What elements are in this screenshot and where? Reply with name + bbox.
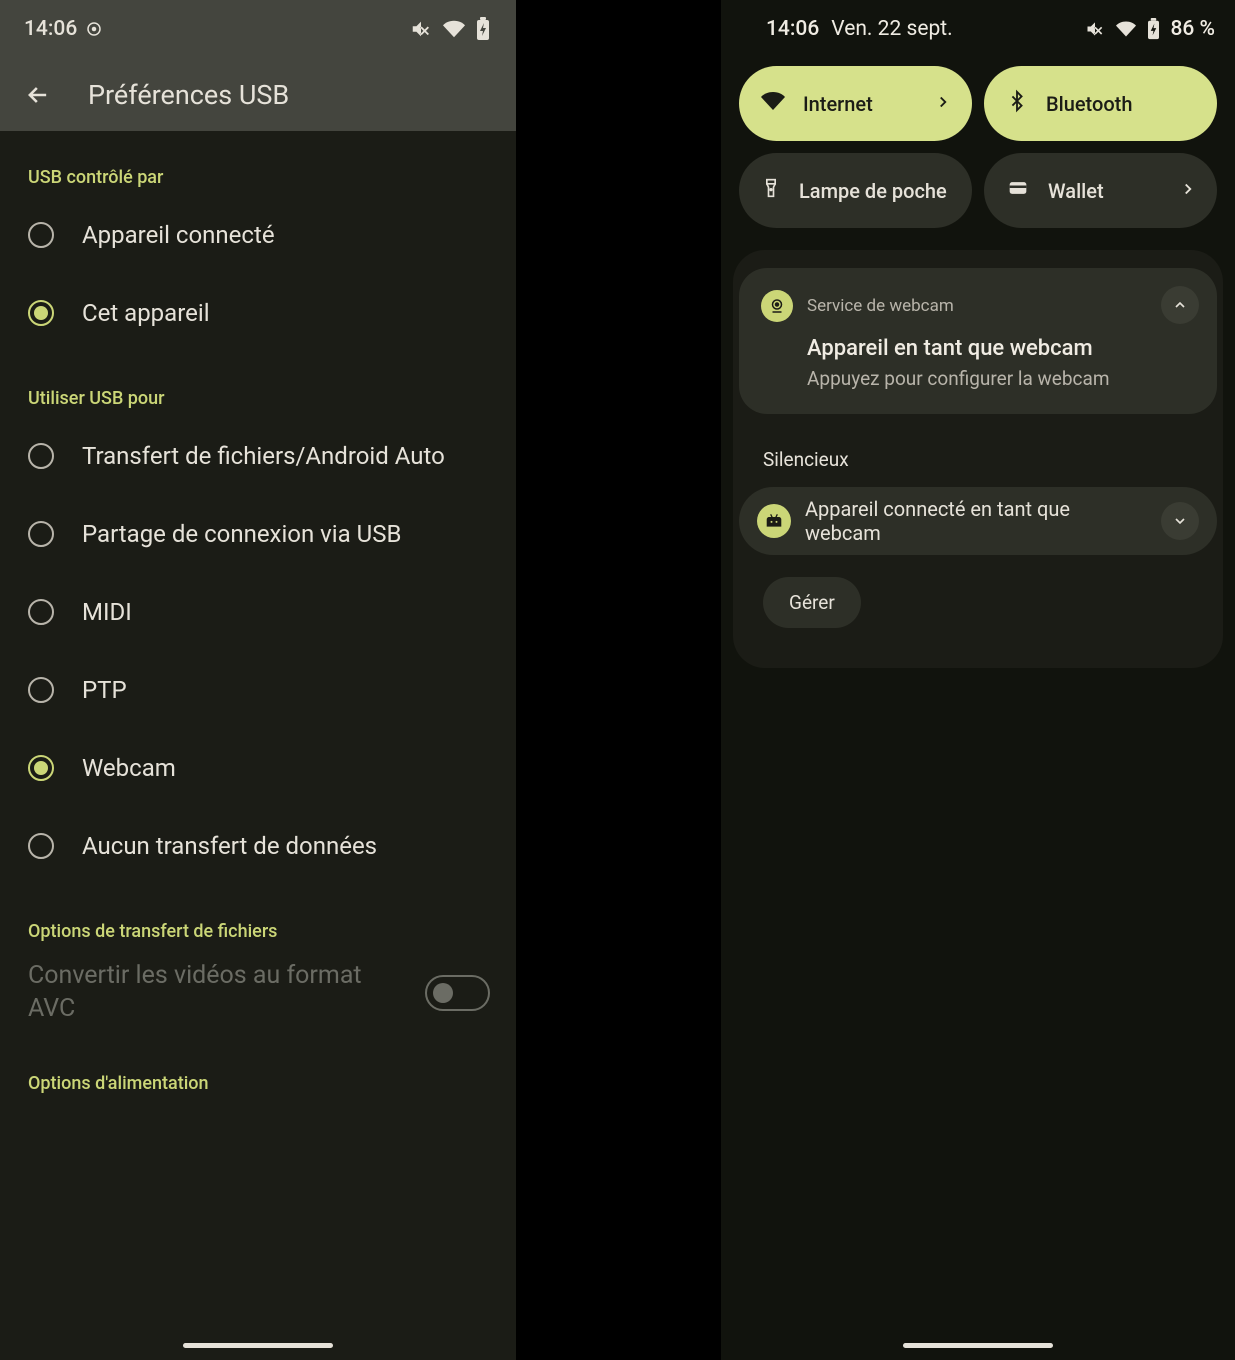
qs-wallet[interactable]: Wallet (984, 153, 1217, 228)
wallet-icon (1006, 178, 1030, 203)
wifi-icon (1115, 19, 1137, 39)
qs-label: Lampe de poche (799, 179, 947, 203)
page-title: Préférences USB (88, 79, 289, 111)
screen-usb-preferences: 14:06 (0, 0, 516, 1360)
radio-icon (28, 300, 54, 326)
radio-label: MIDI (82, 598, 132, 626)
appbar: 14:06 (0, 0, 516, 131)
radio-this-device[interactable]: Cet appareil (0, 274, 516, 352)
radio-ptp[interactable]: PTP (0, 651, 516, 729)
radio-label: Webcam (82, 754, 176, 782)
qs-internet[interactable]: Internet (739, 66, 972, 141)
notification-title: Appareil en tant que webcam (807, 336, 1195, 361)
radio-label: Aucun transfert de données (82, 832, 377, 860)
radio-label: Partage de connexion via USB (82, 520, 401, 548)
battery-charging-icon (1147, 18, 1160, 40)
qs-label: Internet (803, 92, 873, 116)
qs-flashlight[interactable]: Lampe de poche (739, 153, 972, 228)
section-power-options: Options d'alimentation (0, 1025, 516, 1102)
radio-label: Cet appareil (82, 299, 210, 327)
clock: 14:06 (24, 17, 77, 41)
screen-notification-shade: 14:06 Ven. 22 sept. 86 % (721, 0, 1235, 1360)
radio-icon (28, 755, 54, 781)
radio-usb-tethering[interactable]: Partage de connexion via USB (0, 495, 516, 573)
notification-app-name: Service de webcam (807, 296, 954, 316)
wifi-icon (761, 89, 785, 118)
notification-text: Appareil connecté en tant que webcam (805, 497, 1147, 545)
qs-bluetooth[interactable]: Bluetooth (984, 66, 1217, 141)
flashlight-icon (761, 175, 781, 206)
status-bar: 14:06 (0, 0, 516, 58)
nav-handle[interactable] (183, 1343, 333, 1348)
chevron-right-icon (1179, 179, 1197, 203)
chevron-right-icon (934, 92, 952, 116)
radio-file-transfer[interactable]: Transfert de fichiers/Android Auto (0, 417, 516, 495)
section-usb-controlled-by: USB contrôlé par (0, 131, 516, 196)
radio-icon (28, 599, 54, 625)
radio-icon (28, 521, 54, 547)
radio-icon (28, 833, 54, 859)
notification-connected-webcam[interactable]: Appareil connecté en tant que webcam (739, 487, 1217, 555)
status-bar: 14:06 Ven. 22 sept. 86 % (721, 0, 1235, 58)
manage-label: Gérer (789, 591, 835, 614)
radio-icon (28, 443, 54, 469)
quick-settings: Internet Bluetooth Lampe de poche (721, 58, 1235, 250)
toggle-convert-avc[interactable]: Convertir les vidéos au format AVC (0, 950, 516, 1025)
radio-label: Appareil connecté (82, 221, 275, 249)
notification-dot-icon (85, 20, 103, 38)
battery-percentage: 86 % (1170, 17, 1215, 41)
collapse-button[interactable] (1161, 286, 1199, 324)
radio-connected-device[interactable]: Appareil connecté (0, 196, 516, 274)
webcam-icon (761, 290, 793, 322)
radio-webcam[interactable]: Webcam (0, 729, 516, 807)
radio-label: PTP (82, 676, 127, 704)
switch-off-icon[interactable] (425, 975, 490, 1011)
radio-icon (28, 677, 54, 703)
wifi-icon (442, 18, 466, 40)
mute-icon (410, 18, 432, 40)
settings-content: USB contrôlé par Appareil connecté Cet a… (0, 131, 516, 1142)
clock: 14:06 (766, 17, 819, 41)
status-date: Ven. 22 sept. (831, 17, 952, 41)
battery-charging-icon (476, 17, 490, 41)
mute-icon (1085, 19, 1105, 39)
radio-no-data-transfer[interactable]: Aucun transfert de données (0, 807, 516, 885)
radio-label: Transfert de fichiers/Android Auto (82, 442, 445, 470)
notification-subtitle: Appuyez pour configurer la webcam (807, 367, 1195, 390)
android-system-icon (757, 504, 791, 538)
silent-section-label: Silencieux (763, 448, 1217, 471)
qs-label: Wallet (1048, 179, 1104, 203)
radio-icon (28, 222, 54, 248)
notification-webcam-service[interactable]: Service de webcam Appareil en tant que w… (739, 268, 1217, 414)
section-file-transfer-options: Options de transfert de fichiers (0, 885, 516, 950)
section-use-usb-for: Utiliser USB pour (0, 352, 516, 417)
manage-button[interactable]: Gérer (763, 577, 861, 628)
back-button[interactable] (16, 73, 60, 117)
bluetooth-icon (1006, 88, 1028, 119)
toggle-label: Convertir les vidéos au format AVC (28, 960, 425, 1025)
expand-button[interactable] (1161, 502, 1199, 540)
qs-label: Bluetooth (1046, 92, 1132, 116)
nav-handle[interactable] (903, 1343, 1053, 1348)
notification-panel: Service de webcam Appareil en tant que w… (733, 250, 1223, 668)
radio-midi[interactable]: MIDI (0, 573, 516, 651)
